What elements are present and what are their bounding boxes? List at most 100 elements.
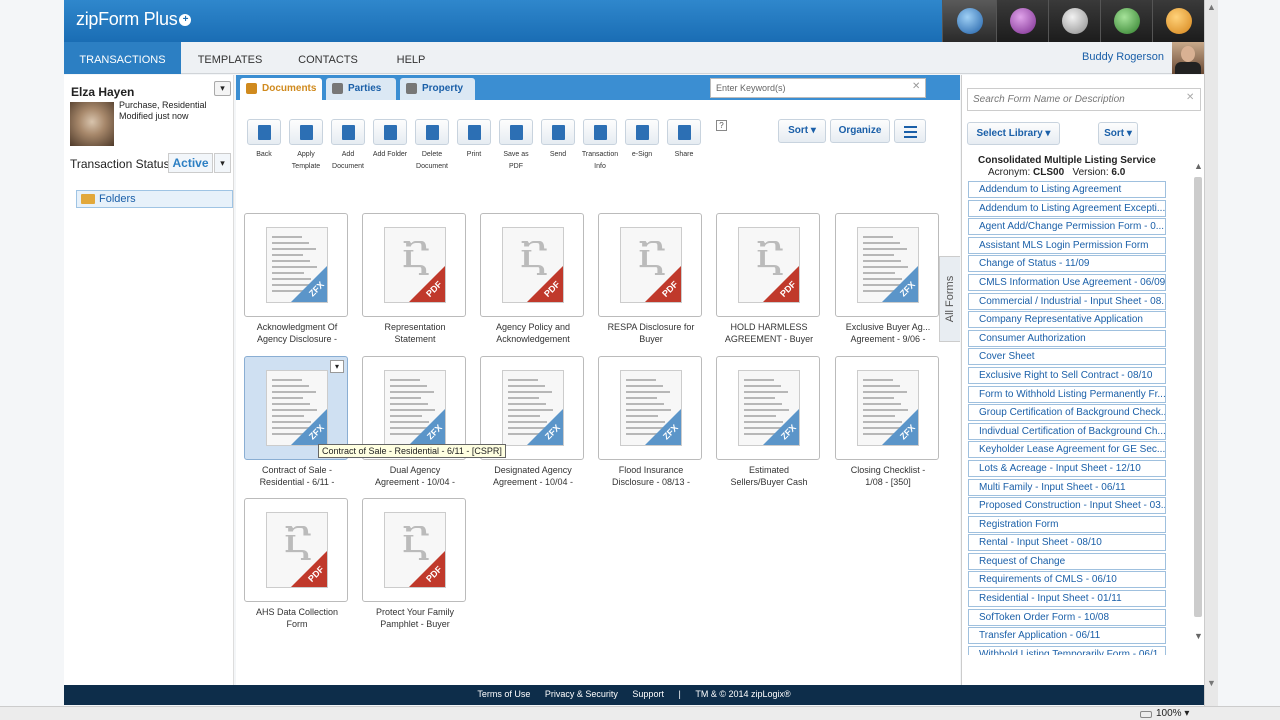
document-thumbnail[interactable]: Ⴀ PDF <box>480 213 584 317</box>
scroll-up-icon[interactable]: ▲ <box>1194 161 1203 171</box>
form-list-item[interactable]: Group Certification of Background Check.… <box>968 404 1166 422</box>
scroll-up-icon[interactable]: ▲ <box>1207 2 1216 12</box>
document-item[interactable]: Ⴀ PDF RESPA Disclosure for Buyer <box>598 213 704 345</box>
document-thumbnail[interactable]: ZFX <box>716 356 820 460</box>
document-item[interactable]: Ⴀ PDF Protect Your Family Pamphlet - Buyer <box>362 498 468 630</box>
document-item[interactable]: Ⴀ PDF Agency Policy and Acknowledgement <box>480 213 586 345</box>
document-item[interactable]: ZFX Flood Insurance Disclosure - 08/13 - <box>598 356 704 488</box>
orange-app-button[interactable] <box>1152 0 1204 42</box>
tab-transactions[interactable]: TRANSACTIONS <box>64 42 181 74</box>
sort-button[interactable]: Sort ▾ <box>778 119 826 143</box>
forms-sort-button[interactable]: Sort ▾ <box>1098 122 1138 145</box>
scroll-down-icon[interactable]: ▼ <box>1207 678 1216 688</box>
help-icon[interactable]: ? <box>716 120 727 131</box>
document-item[interactable]: Ⴀ PDF HOLD HARMLESS AGREEMENT - Buyer <box>716 213 822 345</box>
app-logo[interactable]: zipForm Plus + <box>76 9 192 30</box>
send-button[interactable]: Send <box>538 119 578 161</box>
document-thumbnail[interactable]: ZFX <box>244 213 348 317</box>
window-scrollbar[interactable]: ▲ ▼ <box>1204 0 1218 706</box>
select-library-button[interactable]: Select Library ▾ <box>967 122 1060 145</box>
transaction-status-select[interactable]: Active <box>168 153 213 173</box>
tab-help[interactable]: HELP <box>382 42 440 74</box>
scroll-thumb[interactable] <box>1194 177 1202 617</box>
apply-template-button[interactable]: Apply Template <box>286 119 326 173</box>
tab-property[interactable]: Property <box>400 78 475 100</box>
privacy-link[interactable]: Privacy & Security <box>545 689 618 699</box>
document-options-dropdown[interactable]: ▾ <box>330 360 344 373</box>
keyword-search-input[interactable]: Enter Keyword(s) <box>710 78 926 98</box>
clear-form-search-icon[interactable]: ✕ <box>1186 92 1194 103</box>
form-list-item[interactable]: CMLS Information Use Agreement - 06/09 <box>968 273 1166 291</box>
form-list-item[interactable]: Requirements of CMLS - 06/10 <box>968 571 1166 589</box>
zoom-level[interactable]: 100% ▾ <box>1138 707 1189 720</box>
document-item[interactable]: Ⴀ PDF Representation Statement <box>362 213 468 345</box>
gear-app-button[interactable] <box>1048 0 1100 42</box>
purple-app-button[interactable] <box>996 0 1048 42</box>
form-list-item[interactable]: Change of Status - 11/09 <box>968 255 1166 273</box>
organize-button[interactable]: Organize <box>830 119 890 143</box>
terms-link[interactable]: Terms of Use <box>477 689 530 699</box>
document-thumbnail[interactable]: ZFX <box>835 213 939 317</box>
form-list-item[interactable]: Assistant MLS Login Permission Form <box>968 236 1166 254</box>
clear-search-icon[interactable]: ✕ <box>912 81 920 92</box>
form-list-item[interactable]: Indivdual Certification of Background Ch… <box>968 422 1166 440</box>
form-list-item[interactable]: Proposed Construction - Input Sheet - 03… <box>968 497 1166 515</box>
document-item[interactable]: ZFX Acknowledgment Of Agency Disclosure - <box>244 213 350 345</box>
user-avatar[interactable] <box>1172 42 1204 74</box>
document-item[interactable]: ZFX Estimated Sellers/Buyer Cash <box>716 356 822 488</box>
client-dropdown-button[interactable]: ▾ <box>214 81 231 96</box>
document-item[interactable]: ZFX Designated Agency Agreement - 10/04 - <box>480 356 586 488</box>
document-item[interactable]: Ⴀ PDF AHS Data Collection Form <box>244 498 350 630</box>
form-list-item[interactable]: SofToken Order Form - 10/08 <box>968 608 1166 626</box>
e-sign-button[interactable]: e-Sign <box>622 119 662 161</box>
all-forms-toggle[interactable]: ◀All Forms <box>939 256 983 342</box>
delete-document-button[interactable]: Delete Document <box>412 119 452 173</box>
form-list-item[interactable]: Rental - Input Sheet - 08/10 <box>968 534 1166 552</box>
forms-scrollbar[interactable]: ▲ ▼ <box>1192 161 1204 641</box>
form-list-item[interactable]: Commercial / Industrial - Input Sheet - … <box>968 292 1166 310</box>
form-list-item[interactable]: Addendum to Listing Agreement <box>968 181 1166 198</box>
folders-item[interactable]: Folders <box>76 190 233 208</box>
document-thumbnail[interactable]: Ⴀ PDF <box>716 213 820 317</box>
share-button[interactable]: Share <box>664 119 704 161</box>
tab-contacts[interactable]: CONTACTS <box>284 42 372 74</box>
form-list-item[interactable]: Cover Sheet <box>968 348 1166 366</box>
form-list-item[interactable]: Company Representative Application <box>968 311 1166 329</box>
save-as-pdf-button[interactable]: Save as PDF <box>496 119 536 173</box>
document-item[interactable]: ZFX Dual Agency Agreement - 10/04 - <box>362 356 468 488</box>
form-list-item[interactable]: Form to Withhold Listing Permanently Fr.… <box>968 385 1166 403</box>
form-list-item[interactable]: Addendum to Listing Agreement Excepti... <box>968 199 1166 217</box>
document-thumbnail[interactable]: ZFX <box>835 356 939 460</box>
form-search-input[interactable]: Search Form Name or Description <box>967 88 1201 111</box>
document-item[interactable]: ZFX Exclusive Buyer Ag... Agreement - 9/06… <box>835 213 941 345</box>
add-folder-button[interactable]: Add Folder <box>370 119 410 161</box>
document-thumbnail[interactable]: Ⴀ PDF <box>244 498 348 602</box>
green-app-button[interactable] <box>1100 0 1152 42</box>
document-thumbnail[interactable]: Ⴀ PDF <box>598 213 702 317</box>
transactions-app-button[interactable] <box>942 0 996 42</box>
document-thumbnail[interactable]: ZFX <box>598 356 702 460</box>
status-dropdown-icon[interactable]: ▾ <box>214 153 231 173</box>
form-list-item[interactable]: Lots & Acreage - Input Sheet - 12/10 <box>968 459 1166 477</box>
document-thumbnail[interactable]: Ⴀ PDF <box>362 498 466 602</box>
back-button[interactable]: Back <box>244 119 284 161</box>
form-list-item[interactable]: Agent Add/Change Permission Form - 0... <box>968 218 1166 236</box>
form-list-item[interactable]: Request of Change <box>968 552 1166 570</box>
add-document-button[interactable]: Add Document <box>328 119 368 173</box>
form-list-item[interactable]: Registration Form <box>968 515 1166 533</box>
form-list-item[interactable]: Residential - Input Sheet - 01/11 <box>968 590 1166 608</box>
tab-documents[interactable]: Documents <box>240 78 322 100</box>
tab-templates[interactable]: TEMPLATES <box>186 42 274 74</box>
form-list-item[interactable]: Withhold Listing Temporarily Form - 06/1… <box>968 645 1166 655</box>
support-link[interactable]: Support <box>632 689 664 699</box>
scroll-down-icon[interactable]: ▼ <box>1194 631 1203 641</box>
user-name[interactable]: Buddy Rogerson <box>1082 51 1164 63</box>
form-list-item[interactable]: Exclusive Right to Sell Contract - 08/10 <box>968 366 1166 384</box>
print-button[interactable]: Print <box>454 119 494 161</box>
form-list-item[interactable]: Keyholder Lease Agreement for GE Sec... <box>968 441 1166 459</box>
form-list-item[interactable]: Multi Family - Input Sheet - 06/11 <box>968 478 1166 496</box>
document-item[interactable]: ZFX Closing Checklist - 1/08 - [350] <box>835 356 941 488</box>
form-list-item[interactable]: Transfer Application - 06/11 <box>968 627 1166 645</box>
tab-parties[interactable]: Parties <box>326 78 396 100</box>
transaction-info-button[interactable]: Transaction Info <box>580 119 620 173</box>
